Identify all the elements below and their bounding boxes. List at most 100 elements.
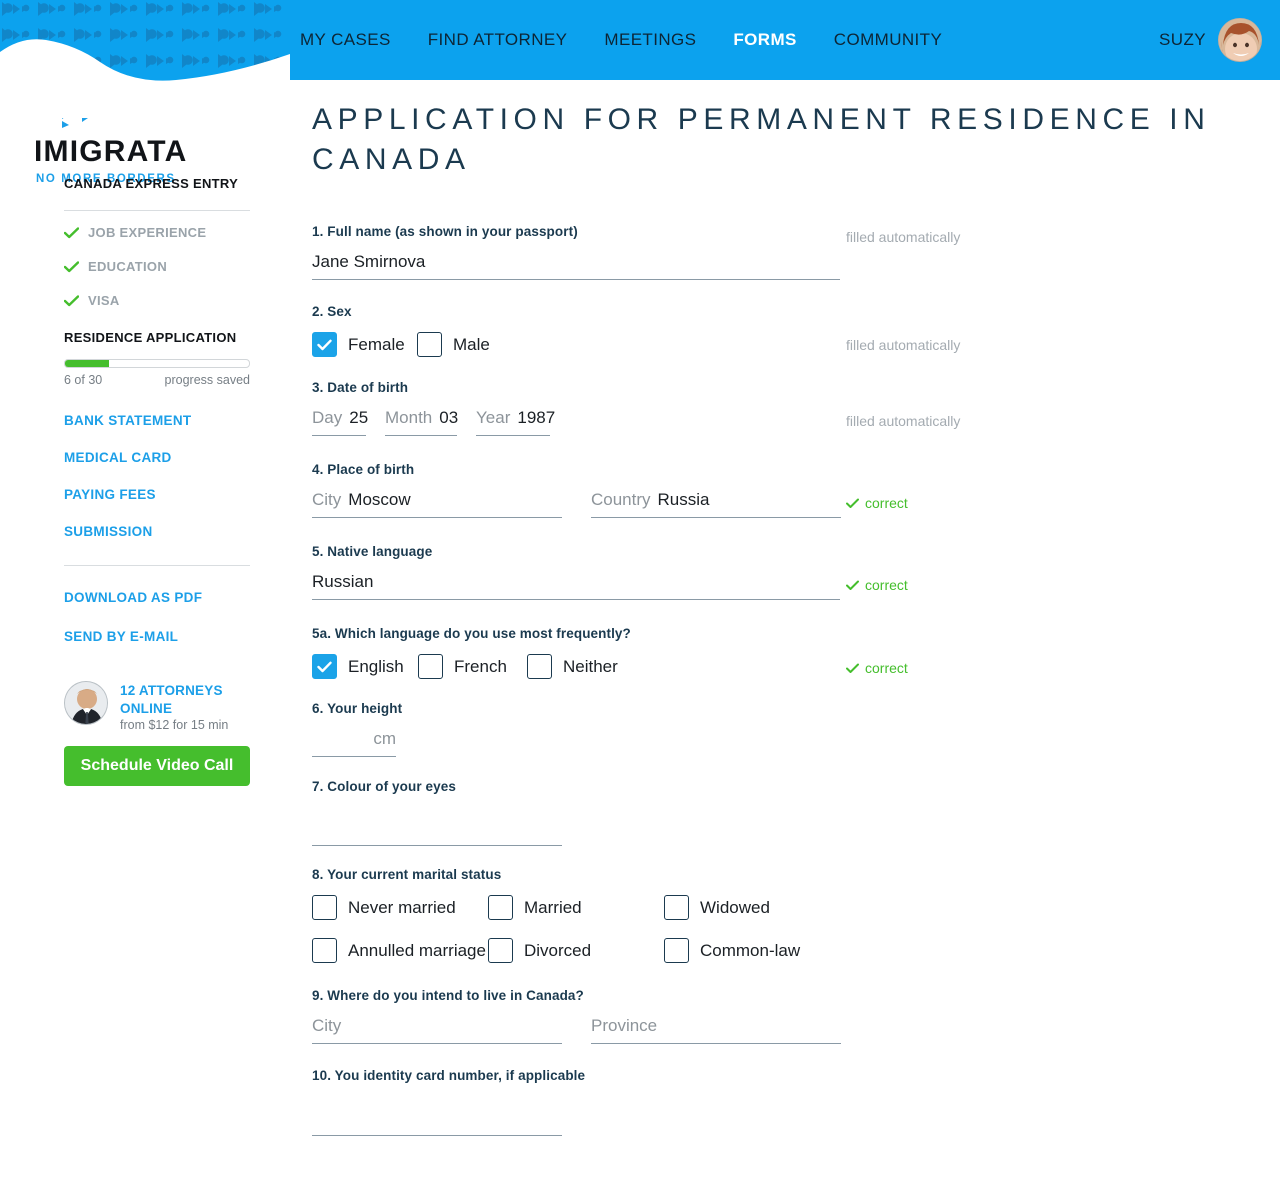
question-8-marital-status: 8. Your current marital status Never mar… [312,867,1280,963]
native-language-input[interactable]: Russian [312,572,840,600]
progress-saved-label: progress saved [164,373,250,387]
checkbox-label: Annulled marriage [348,940,486,960]
checkbox-divorced[interactable]: Divorced [488,938,664,963]
question-label: 8. Your current marital status [312,867,502,882]
status-correct: correct [846,495,908,511]
sidebar-item-job-experience[interactable]: JOB EXPERIENCE [64,225,250,240]
checkbox-box[interactable] [418,654,443,679]
user-menu[interactable]: SUZY [1159,0,1262,80]
check-icon [64,294,79,306]
question-label: 9. Where do you intend to live in Canada… [312,988,584,1003]
sidebar-section-title: CANADA EXPRESS ENTRY [64,176,239,191]
dob-day-input[interactable]: Day 25 [312,408,368,436]
dob-month-input[interactable]: Month 03 [385,408,459,436]
schedule-video-call-button[interactable]: Schedule Video Call [64,746,250,787]
sidebar-link-paying-fees[interactable]: PAYING FEES [64,487,250,502]
checkbox-never-married[interactable]: Never married [312,895,488,920]
full-name-value: Jane Smirnova [312,252,426,271]
question-10-identity-card-number: 10. You identity card number, if applica… [312,1068,1280,1136]
checkbox-box[interactable] [312,332,337,357]
check-icon [317,661,332,672]
checkbox-english[interactable]: English [312,654,418,679]
nav-item-my-cases[interactable]: MY CASES [300,30,391,50]
checkbox-widowed[interactable]: Widowed [664,895,770,920]
question-1-full-name: 1. Full name (as shown in your passport)… [312,224,1280,280]
app-root: MY CASES FIND ATTORNEY MEETINGS FORMS CO… [0,0,1280,1200]
height-input[interactable]: cm [312,729,396,757]
status-filled-automatically: filled automatically [846,229,961,245]
sidebar-body: CANADA EXPRESS ENTRY JOB EXPERIENCE EDUC… [64,176,250,787]
checkbox-male[interactable]: Male [417,332,490,357]
divider [64,565,250,566]
user-name-label: SUZY [1159,30,1206,49]
sidebar-item-education[interactable]: EDUCATION [64,259,250,274]
birth-country-value: Russia [657,490,710,509]
native-language-value: Russian [312,572,374,591]
checkbox-box[interactable] [664,895,689,920]
dob-year-input[interactable]: Year 1987 [476,408,555,436]
height-unit-label: cm [373,729,396,748]
sidebar-link-download-pdf[interactable]: DOWNLOAD AS PDF [64,590,250,605]
sidebar-item-label: JOB EXPERIENCE [88,225,207,240]
checkbox-common-law[interactable]: Common-law [664,938,800,963]
checkbox-married[interactable]: Married [488,895,664,920]
dob-day-placeholder: Day [312,408,343,427]
attorney-text: 12 ATTORNEYS ONLINE from $12 for 15 min [120,681,250,732]
status-correct: correct [846,577,908,593]
sidebar-item-label: VISA [88,293,120,308]
checkbox-box[interactable] [488,938,513,963]
question-label: 5. Native language [312,544,433,559]
question-label: 2. Sex [312,304,352,319]
sidebar-link-medical-card[interactable]: MEDICAL CARD [64,450,250,465]
birth-country-input[interactable]: Country Russia [591,490,841,518]
checkbox-box[interactable] [417,332,442,357]
checkbox-french[interactable]: French [418,654,527,679]
dob-month-value: 03 [439,408,459,427]
question-3-date-of-birth: 3. Date of birth Day 25 Month 03 Year 19… [312,380,1280,436]
question-label: 5a. Which language do you use most frequ… [312,626,631,641]
checkbox-box[interactable] [527,654,552,679]
checkbox-box[interactable] [312,938,337,963]
dob-year-placeholder: Year [476,408,511,427]
status-filled-automatically: filled automatically [846,337,961,353]
eye-colour-input[interactable] [312,807,562,846]
check-icon [846,498,859,508]
sidebar-link-send-email[interactable]: SEND BY E-MAIL [64,629,250,644]
header-pattern-arrows-icon [0,0,290,118]
checkbox-box[interactable] [664,938,689,963]
checkbox-neither[interactable]: Neither [527,654,618,679]
nav-item-meetings[interactable]: MEETINGS [604,30,696,50]
check-icon [846,663,859,673]
nav-item-forms[interactable]: FORMS [733,30,796,50]
status-correct-label: correct [865,495,908,511]
intended-province-input[interactable]: Province [591,1016,841,1044]
intended-city-input[interactable]: City [312,1016,562,1044]
checkbox-box[interactable] [312,654,337,679]
checkbox-box[interactable] [488,895,513,920]
user-avatar-icon [1219,19,1261,61]
birth-country-placeholder: Country [591,490,651,509]
checkbox-label: Divorced [524,940,592,960]
question-5-native-language: 5. Native language Russian correct [312,544,1280,600]
dob-year-value: 1987 [517,408,556,427]
identity-card-number-input[interactable] [312,1096,562,1136]
attorneys-online-headline: 12 ATTORNEYS ONLINE [120,683,223,716]
status-correct-label: correct [865,577,908,593]
sidebar-link-submission[interactable]: SUBMISSION [64,524,250,539]
nav-item-community[interactable]: COMMUNITY [834,30,942,50]
sidebar-item-visa[interactable]: VISA [64,293,250,308]
checkbox-label: Male [453,334,490,354]
checkbox-box[interactable] [312,895,337,920]
avatar[interactable] [1218,18,1262,62]
sidebar-link-bank-statement[interactable]: BANK STATEMENT [64,413,250,428]
progress-bar-fill [65,360,110,367]
full-name-input[interactable]: Jane Smirnova [312,252,840,280]
status-correct-label: correct [865,660,908,676]
nav-item-find-attorney[interactable]: FIND ATTORNEY [428,30,568,50]
attorneys-online-card[interactable]: 12 ATTORNEYS ONLINE from $12 for 15 min [64,681,250,732]
checkbox-female[interactable]: Female [312,332,417,357]
question-label: 3. Date of birth [312,380,409,395]
birth-city-input[interactable]: City Moscow [312,490,562,518]
attorney-avatar [64,681,108,725]
checkbox-annulled-marriage[interactable]: Annulled marriage [312,938,488,963]
